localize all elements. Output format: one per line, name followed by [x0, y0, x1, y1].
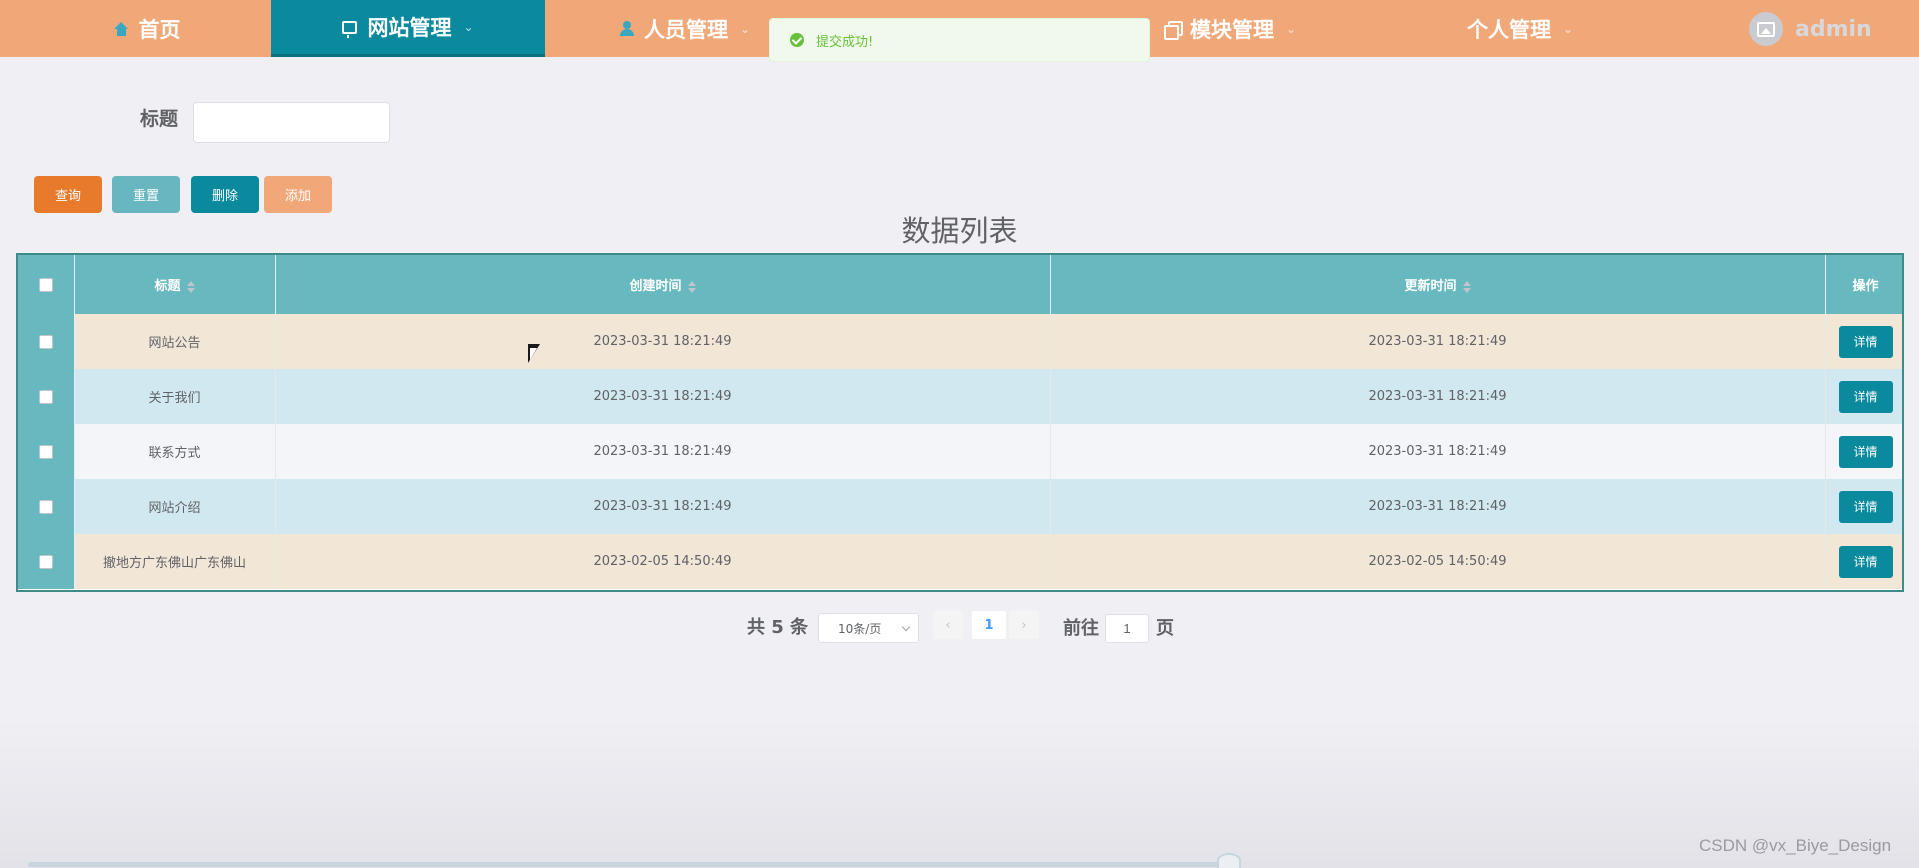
table-row: 网站公告 2023-03-31 18:21:49 2023-03-31 18:2…	[18, 314, 1902, 369]
scrollbar-handle[interactable]	[1217, 853, 1241, 868]
table-header-row: 标题 创建时间 更新时间 操作	[18, 255, 1902, 314]
cell-title: 关于我们	[74, 369, 276, 424]
cell-created: 2023-03-31 18:21:49	[275, 479, 1051, 534]
page-number[interactable]: 1	[972, 611, 1006, 639]
header-updated[interactable]: 更新时间	[1050, 255, 1826, 314]
cell-updated: 2023-03-31 18:21:49	[1050, 369, 1826, 424]
pagination-total: 共 5 条	[747, 617, 809, 638]
copy-icon	[1163, 21, 1183, 40]
table-row: 网站介绍 2023-03-31 18:21:49 2023-03-31 18:2…	[18, 479, 1902, 534]
row-select-cell	[18, 479, 75, 534]
nav-module-label: 模块管理	[1189, 17, 1274, 42]
avatar[interactable]	[1749, 12, 1783, 46]
cell-actions: 详情	[1825, 479, 1902, 534]
sort-icon[interactable]	[687, 280, 696, 293]
header-created[interactable]: 创建时间	[275, 255, 1051, 314]
row-select-cell	[18, 369, 75, 424]
check-circle-icon	[790, 33, 804, 47]
cell-updated: 2023-03-31 18:21:49	[1050, 424, 1826, 479]
nav-personal-label: 个人管理	[1466, 17, 1551, 42]
watermark: CSDN @vx_Biye_Design	[1699, 836, 1892, 855]
search-label: 标题	[140, 108, 179, 130]
chevron-right-icon: ›	[1021, 617, 1027, 633]
next-page-button[interactable]: ›	[1009, 611, 1039, 639]
row-select-cell	[18, 314, 75, 369]
chevron-left-icon: ‹	[945, 617, 951, 633]
table-row: 关于我们 2023-03-31 18:21:49 2023-03-31 18:2…	[18, 369, 1902, 424]
chevron-down-icon: ⌄	[739, 21, 751, 36]
image-icon	[1757, 21, 1775, 37]
monitor-icon	[342, 20, 358, 38]
cell-title: 联系方式	[74, 424, 276, 479]
row-select-cell	[18, 424, 75, 479]
cell-created: 2023-03-31 18:21:49	[275, 314, 1051, 369]
cell-actions: 详情	[1825, 369, 1902, 424]
cell-updated: 2023-03-31 18:21:49	[1050, 479, 1826, 534]
table-row: 联系方式 2023-03-31 18:21:49 2023-03-31 18:2…	[18, 424, 1902, 479]
page-size-select[interactable]: 10条/页	[818, 613, 919, 643]
detail-button[interactable]: 详情	[1838, 380, 1893, 413]
goto-label: 前往	[1063, 618, 1099, 639]
nav-site-management[interactable]: 网站管理 ⌄	[271, 0, 545, 57]
user-menu[interactable]: admin	[1749, 12, 1872, 46]
page-size-value: 10条/页	[838, 621, 882, 636]
detail-button[interactable]: 详情	[1838, 435, 1893, 468]
table-row: 撤地方广东佛山广东佛山 2023-02-05 14:50:49 2023-02-…	[18, 534, 1902, 589]
nav-module-management[interactable]: 模块管理 ⌄	[1150, 0, 1310, 57]
header-updated-label: 更新时间	[1404, 279, 1457, 294]
cell-created: 2023-03-31 18:21:49	[275, 369, 1051, 424]
cell-title: 网站公告	[74, 314, 276, 369]
list-title: 数据列表	[901, 214, 1018, 248]
cell-title: 撤地方广东佛山广东佛山	[74, 534, 276, 589]
row-checkbox[interactable]	[38, 554, 53, 569]
title-search-input[interactable]	[193, 102, 390, 143]
header-actions: 操作	[1825, 255, 1902, 314]
chevron-down-icon: ⌄	[1285, 21, 1297, 36]
header-title[interactable]: 标题	[74, 255, 276, 314]
cell-actions: 详情	[1825, 534, 1902, 589]
chevron-down-icon: ⌄	[463, 20, 474, 34]
cell-updated: 2023-02-05 14:50:49	[1050, 534, 1826, 589]
home-icon	[113, 21, 129, 36]
cell-created: 2023-03-31 18:21:49	[275, 424, 1051, 479]
sort-icon[interactable]	[1462, 280, 1471, 293]
nav-personal-management[interactable]: 个人管理 ⌄	[1430, 0, 1610, 57]
nav-people-label: 人员管理	[643, 17, 728, 42]
row-checkbox[interactable]	[38, 444, 53, 459]
row-checkbox[interactable]	[38, 334, 53, 349]
row-select-cell	[18, 534, 75, 589]
toast-message: 提交成功!	[816, 34, 874, 50]
nav-people-management[interactable]: 人员管理 ⌄	[600, 0, 770, 57]
select-all-cell	[18, 255, 75, 314]
data-table: 标题 创建时间 更新时间 操作 网站公告 2023-03-31 18:21:49…	[16, 253, 1904, 592]
detail-button[interactable]: 详情	[1838, 545, 1893, 578]
header-created-label: 创建时间	[629, 279, 682, 294]
nav-home-label: 首页	[138, 17, 181, 42]
cell-actions: 详情	[1825, 314, 1902, 369]
sort-icon[interactable]	[186, 280, 195, 293]
goto-page-input[interactable]	[1105, 614, 1149, 643]
chevron-down-icon: ⌄	[1562, 21, 1574, 36]
chevron-down-icon	[901, 622, 911, 632]
nav-home[interactable]: 首页	[57, 0, 237, 57]
success-toast: 提交成功!	[769, 18, 1150, 62]
user-icon	[619, 21, 634, 36]
row-checkbox[interactable]	[38, 389, 53, 404]
page-suffix: 页	[1156, 618, 1174, 639]
user-name[interactable]: admin	[1795, 17, 1872, 42]
nav-site-label: 网站管理	[367, 16, 452, 40]
horizontal-scrollbar[interactable]	[28, 862, 1233, 867]
prev-page-button[interactable]: ‹	[933, 611, 963, 639]
cell-actions: 详情	[1825, 424, 1902, 479]
detail-button[interactable]: 详情	[1838, 325, 1893, 358]
cell-created: 2023-02-05 14:50:49	[275, 534, 1051, 589]
cell-updated: 2023-03-31 18:21:49	[1050, 314, 1826, 369]
cell-title: 网站介绍	[74, 479, 276, 534]
row-checkbox[interactable]	[38, 499, 53, 514]
detail-button[interactable]: 详情	[1838, 490, 1893, 523]
select-all-checkbox[interactable]	[38, 277, 53, 292]
header-title-label: 标题	[154, 279, 181, 294]
